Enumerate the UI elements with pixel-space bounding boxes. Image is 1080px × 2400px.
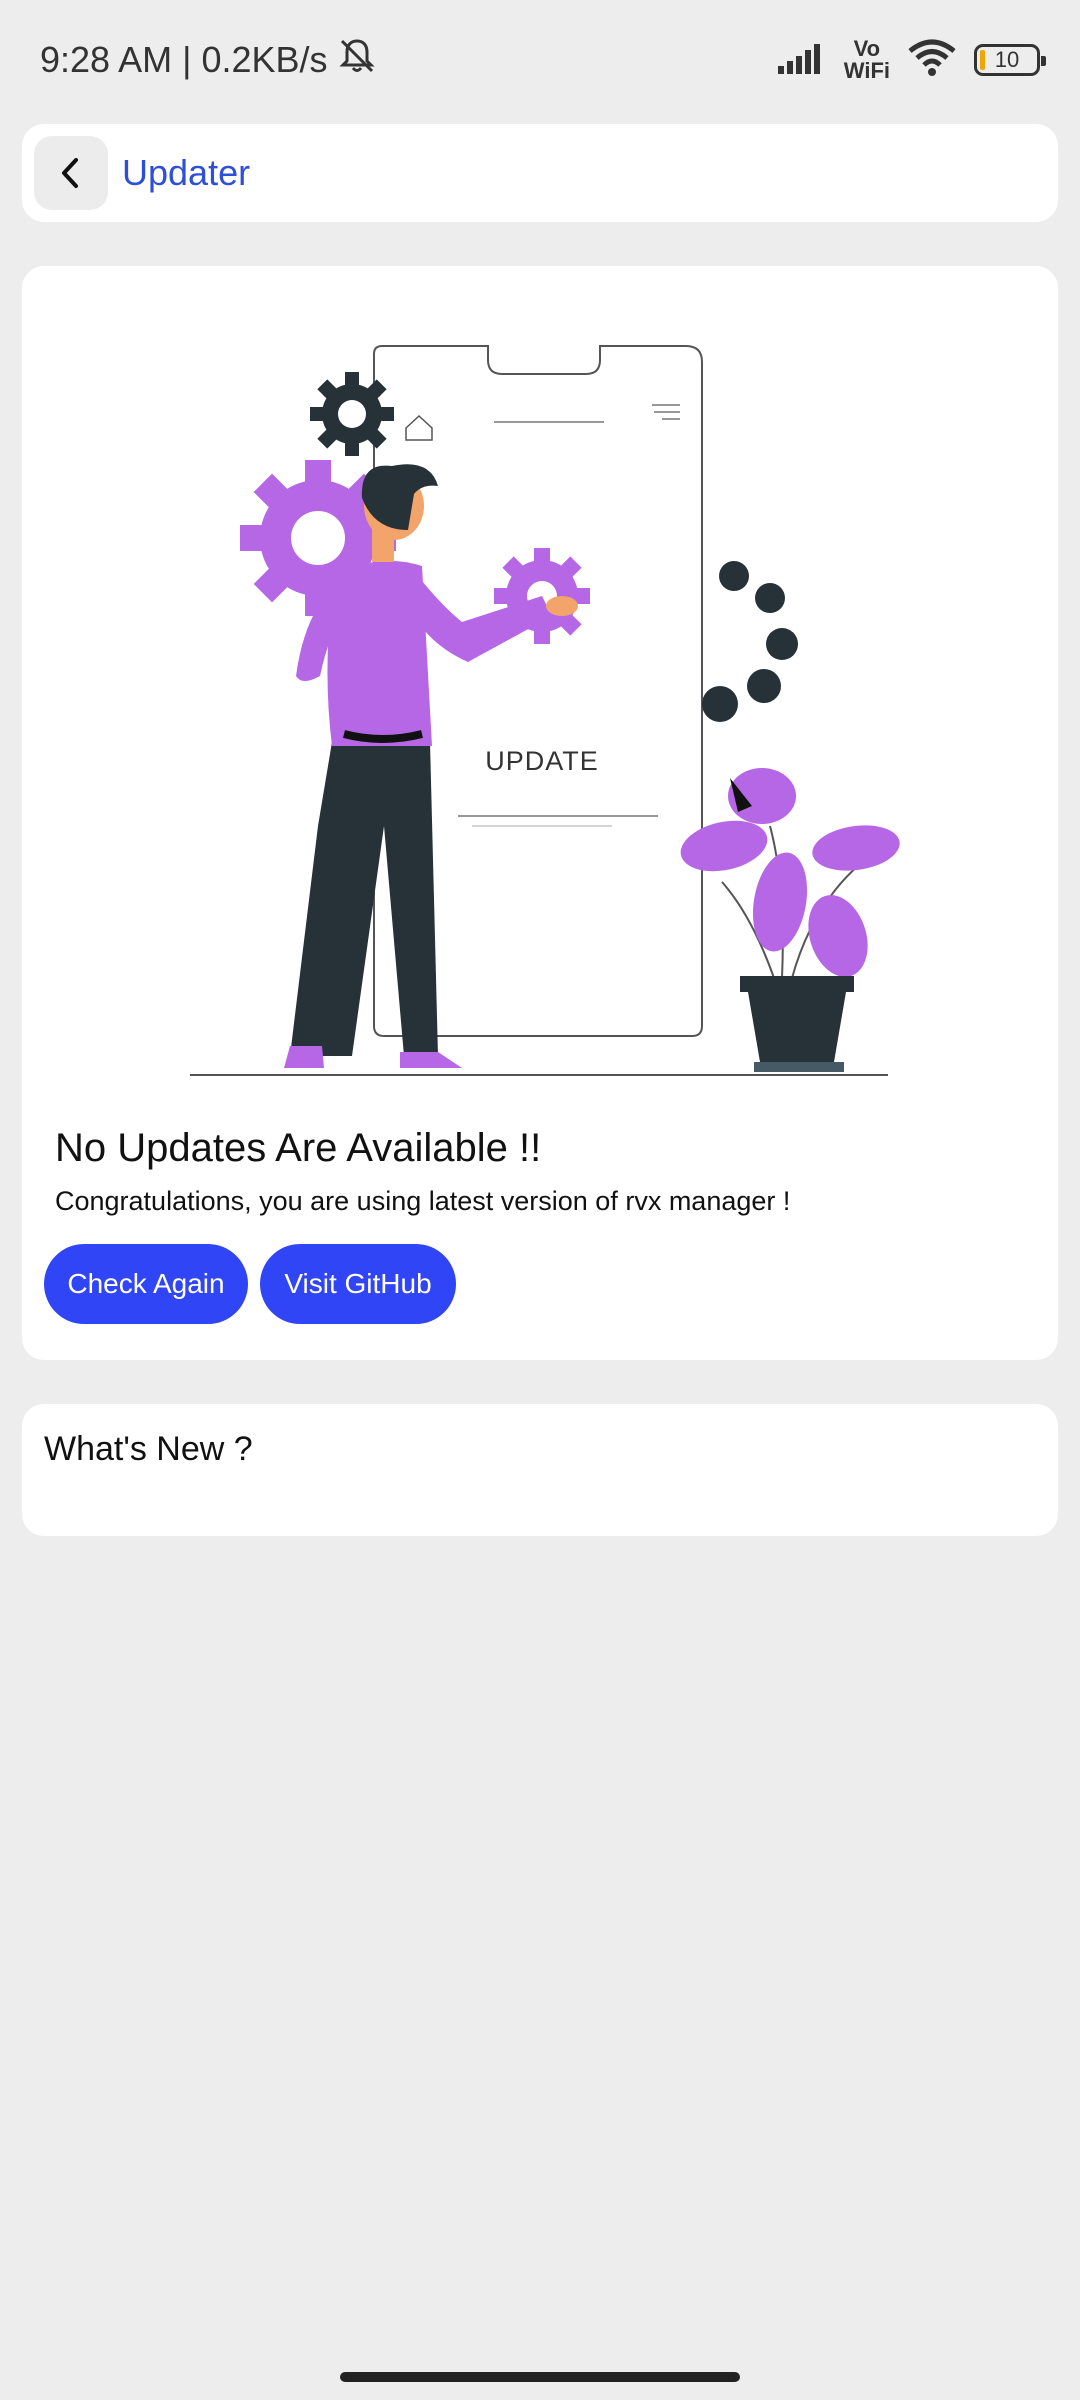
whats-new-card: What's New ? [22, 1404, 1058, 1536]
back-button[interactable] [34, 136, 108, 210]
wifi-icon [908, 39, 956, 82]
app-bar: Updater [22, 124, 1058, 222]
whats-new-title: What's New ? [44, 1430, 253, 1468]
chevron-left-icon [62, 158, 78, 188]
vowifi-icon: Vo WiFi [843, 36, 890, 83]
status-time: 9:28 AM | 0.2KB/s [40, 39, 328, 80]
status-bar: 9:28 AM | 0.2KB/s Vo WiFi 10 [0, 0, 1080, 120]
visit-github-button[interactable]: Visit GitHub [260, 1244, 456, 1324]
check-again-button[interactable]: Check Again [44, 1244, 248, 1324]
mute-bell-icon [336, 35, 378, 86]
status-title: No Updates Are Available !! [55, 1126, 542, 1170]
status-message: Congratulations, you are using latest ve… [55, 1186, 791, 1216]
battery-icon: 10 [974, 44, 1046, 76]
update-illustration: UPDATE [190, 345, 900, 1076]
home-indicator[interactable] [340, 2372, 740, 2382]
page-title: Updater [122, 152, 251, 193]
battery-level: 10 [994, 47, 1020, 72]
signal-icon [777, 42, 826, 79]
update-status-card: UPDATE No Updates Are Available !! Congr… [22, 266, 1058, 1360]
update-label: UPDATE [485, 746, 599, 776]
